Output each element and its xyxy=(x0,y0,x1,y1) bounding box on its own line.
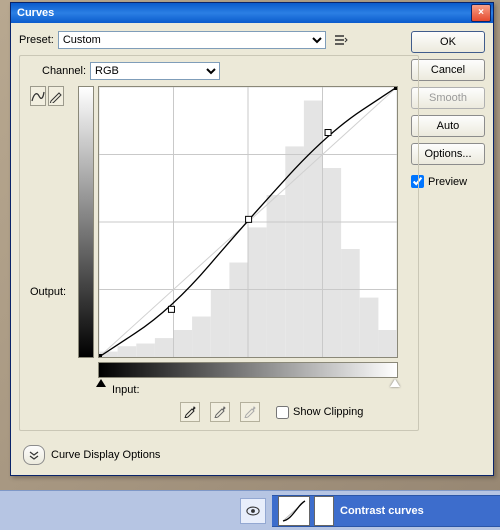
output-label: Output: xyxy=(30,286,66,298)
pencil-tool-button[interactable] xyxy=(48,86,64,106)
eye-icon xyxy=(246,506,260,516)
output-gradient-bar xyxy=(78,86,94,358)
close-button[interactable]: × xyxy=(471,4,491,22)
layer-row-selected[interactable]: Contrast curves xyxy=(272,495,500,527)
auto-button[interactable]: Auto xyxy=(411,115,485,137)
curves-dialog: Curves × Preset: Custom OK Cancel Smooth… xyxy=(10,2,494,476)
eyedropper-icon xyxy=(184,406,196,418)
channel-label: Channel: xyxy=(42,65,86,77)
layer-thumbnail-curves xyxy=(278,496,310,526)
eyedropper-black[interactable] xyxy=(180,402,200,422)
menu-lines-icon xyxy=(334,34,348,46)
titlebar[interactable]: Curves × xyxy=(11,3,493,23)
curve-scribble-icon xyxy=(31,89,45,103)
chevron-down-double-icon xyxy=(29,450,39,460)
show-clipping-label: Show Clipping xyxy=(293,406,363,418)
preset-menu-button[interactable] xyxy=(332,32,350,48)
options-button[interactable]: Options... xyxy=(411,143,485,165)
preset-select[interactable]: Custom xyxy=(58,31,326,49)
eyedropper-white[interactable] xyxy=(240,402,260,422)
dialog-title: Curves xyxy=(17,7,471,19)
black-point-slider[interactable] xyxy=(96,379,106,387)
pencil-icon xyxy=(49,89,63,103)
preview-label: Preview xyxy=(428,176,467,188)
show-clipping-checkbox[interactable] xyxy=(276,406,289,419)
curve-group: Channel: RGB Output: Input: xyxy=(19,55,419,431)
cancel-button[interactable]: Cancel xyxy=(411,59,485,81)
layers-panel-row: Contrast curves xyxy=(0,490,500,530)
layer-mask-thumbnail xyxy=(314,496,334,526)
channel-select[interactable]: RGB xyxy=(90,62,220,80)
white-point-slider[interactable] xyxy=(390,379,400,387)
ok-button[interactable]: OK xyxy=(411,31,485,53)
smooth-button[interactable]: Smooth xyxy=(411,87,485,109)
curve-chart xyxy=(99,87,397,357)
input-gradient-bar xyxy=(98,362,398,378)
curve-tool-button[interactable] xyxy=(30,86,46,106)
eyedropper-gray[interactable] xyxy=(210,402,230,422)
expand-curve-display-options[interactable] xyxy=(23,445,45,465)
input-label: Input: xyxy=(112,384,140,396)
preview-checkbox-row[interactable]: Preview xyxy=(411,175,485,188)
eyedropper-icon xyxy=(214,406,226,418)
eyedropper-icon xyxy=(244,406,256,418)
curve-display-options-label: Curve Display Options xyxy=(51,449,160,461)
preset-label: Preset: xyxy=(19,34,54,46)
layer-name-label: Contrast curves xyxy=(340,505,424,517)
curve-grid[interactable] xyxy=(98,86,398,358)
show-clipping-row[interactable]: Show Clipping xyxy=(276,406,363,419)
layer-visibility-toggle[interactable] xyxy=(240,498,266,524)
